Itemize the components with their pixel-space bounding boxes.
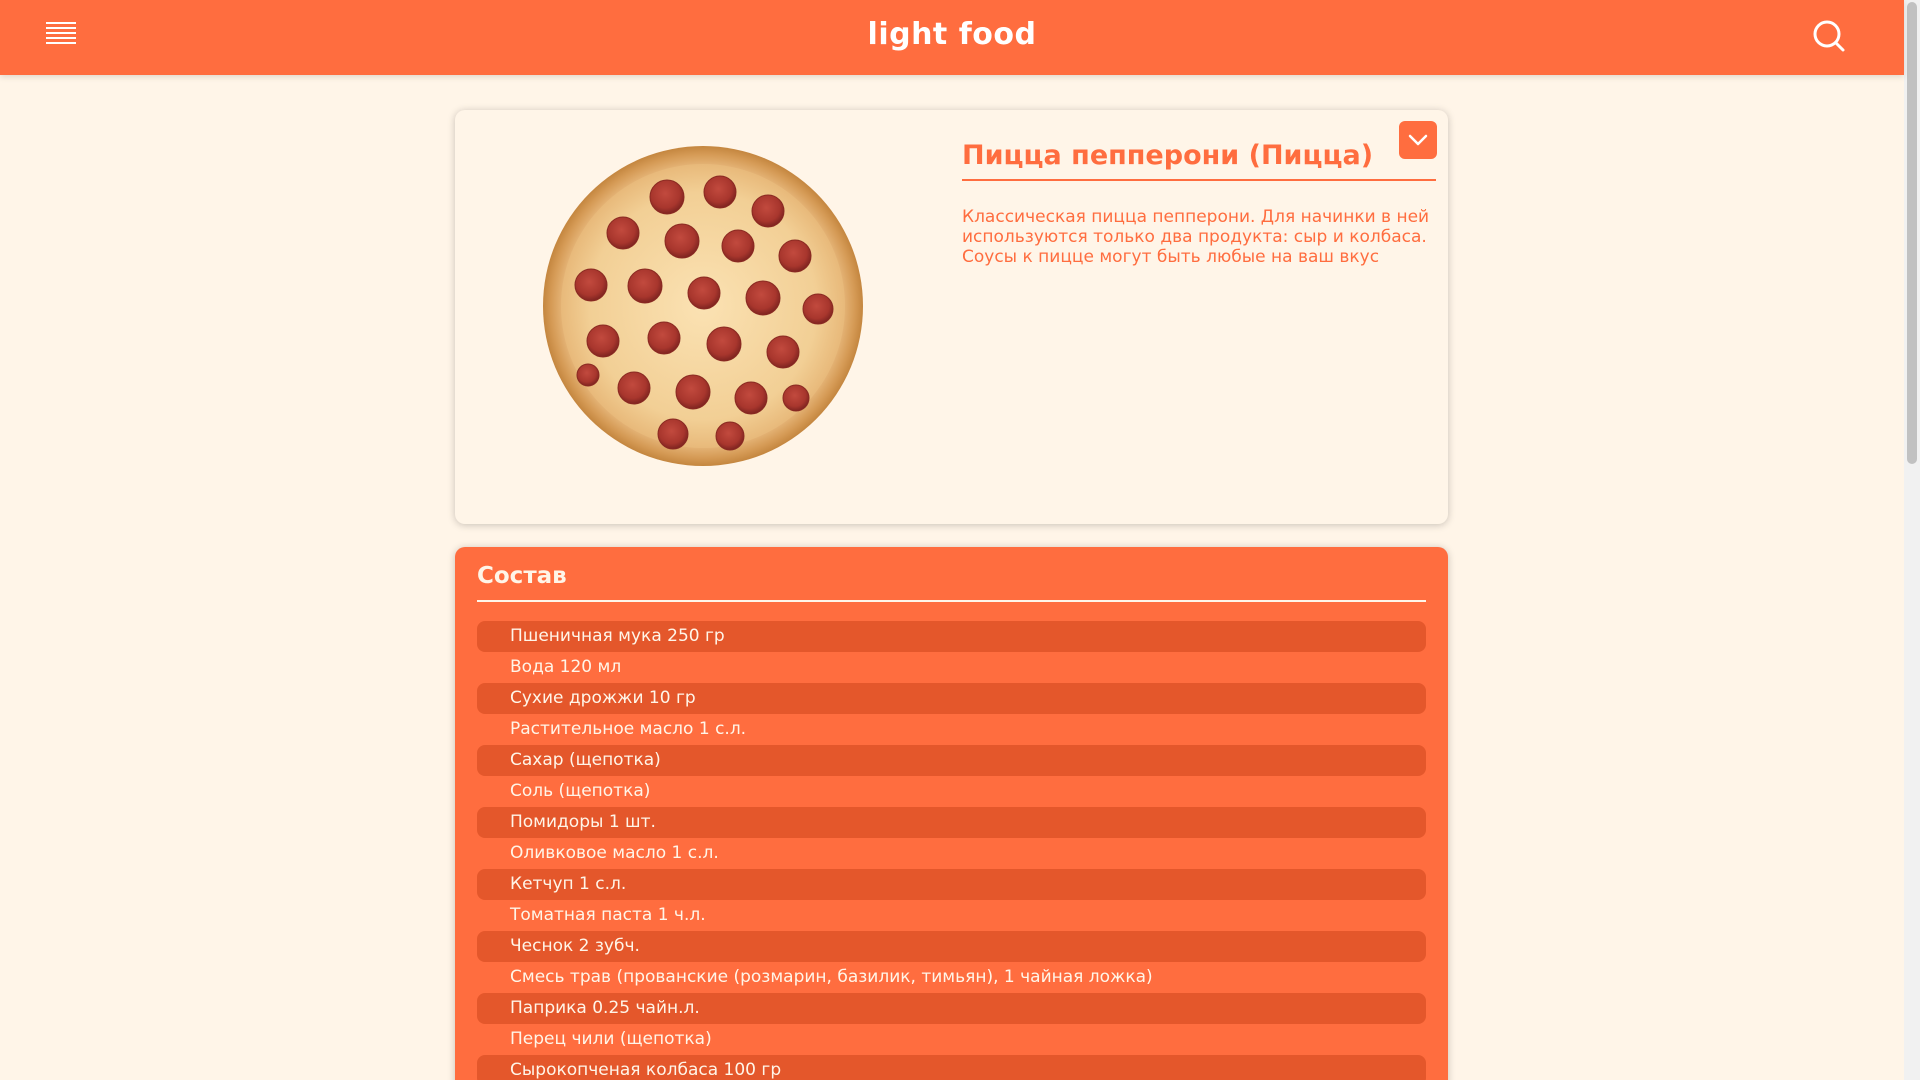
ingredient-item: Пшеничная мука 250 гр [477, 621, 1426, 652]
ingredient-item: Сахар (щепотка) [477, 745, 1426, 776]
ingredient-item: Перец чили (щепотка) [510, 1029, 712, 1049]
recipe-description: Классическая пицца пепперони. Для начинк… [962, 207, 1430, 267]
logo-text[interactable]: light food [868, 17, 1037, 52]
ingredient-item: Чеснок 2 зубч. [477, 931, 1426, 962]
ingredients-card: Состав Пшеничная мука 250 гр Вода 120 мл… [455, 547, 1448, 1080]
page-scrollbar[interactable] [1904, 0, 1920, 1080]
recipe-title: Пицца пепперони (Пицца) [962, 140, 1436, 181]
ingredient-item: Соль (щепотка) [510, 781, 651, 801]
ingredient-item: Паприка 0.25 чайн.л. [477, 993, 1426, 1024]
ingredient-item: Томатная паста 1 ч.л. [510, 905, 706, 925]
ingredient-item: Кетчуп 1 с.л. [477, 869, 1426, 900]
recipe-card: Пицца пепперони (Пицца) Классическая пиц… [455, 110, 1448, 524]
pepperoni-pizza-image [543, 146, 863, 466]
ingredient-item: Растительное масло 1 с.л. [510, 719, 747, 739]
ingredient-item: Сырокопченая колбаса 100 гр [477, 1055, 1426, 1080]
hamburger-menu-icon[interactable] [46, 22, 78, 48]
ingredient-item: Помидоры 1 шт. [477, 807, 1426, 838]
page: light food Пицца пепперони (Пицца) Класс… [0, 0, 1920, 1080]
ingredient-item: Смесь трав (прованские (розмарин, базили… [510, 967, 1153, 987]
app-logo: light food [0, 17, 1904, 52]
ingredients-title: Состав [477, 563, 1426, 602]
ingredient-item: Сухие дрожжи 10 гр [477, 683, 1426, 714]
ingredient-item: Оливковое масло 1 с.л. [510, 843, 719, 863]
app-header: light food [0, 0, 1904, 75]
search-icon[interactable] [1811, 18, 1847, 54]
scrollbar-thumb[interactable] [1907, 2, 1917, 464]
ingredient-item: Вода 120 мл [510, 657, 622, 677]
ingredient-list: Пшеничная мука 250 гр Вода 120 мл Сухие … [477, 621, 1426, 1080]
